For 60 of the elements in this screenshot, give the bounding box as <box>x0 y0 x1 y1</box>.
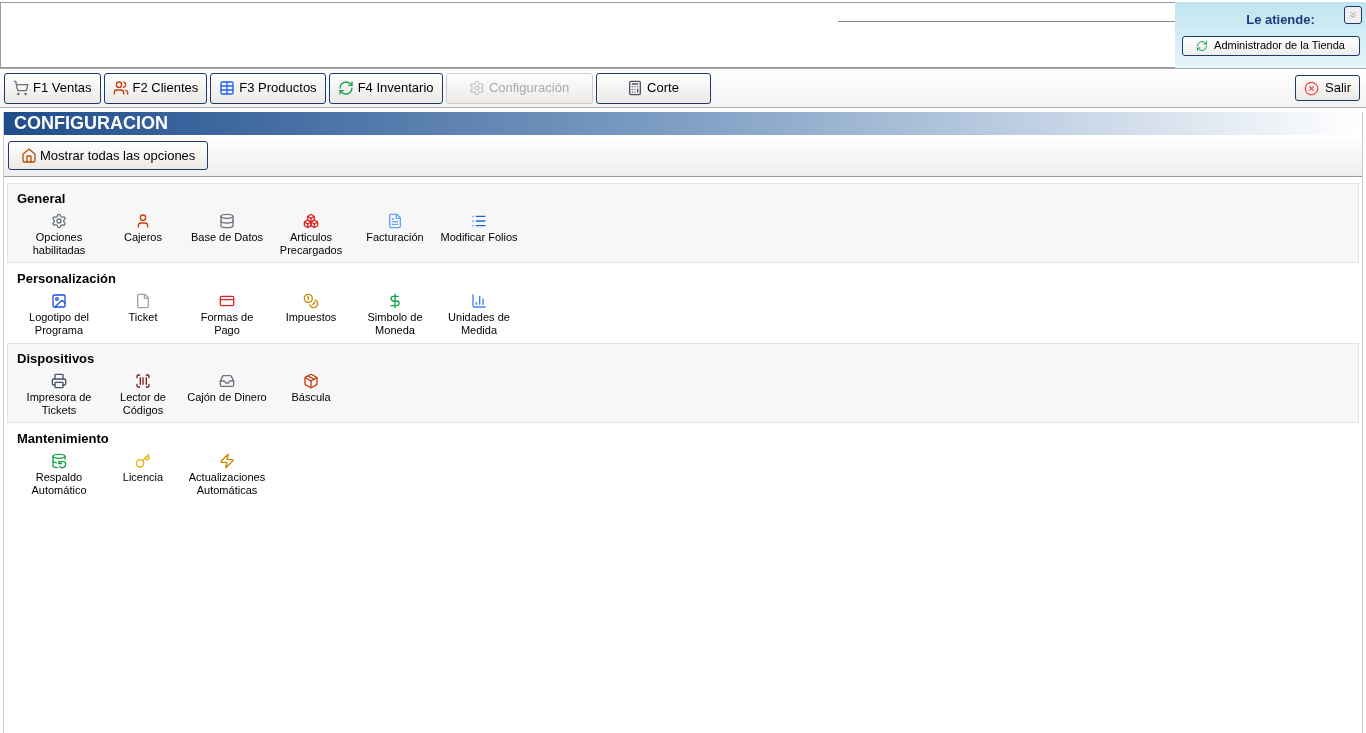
section-title: Dispositivos <box>17 350 96 368</box>
backup-icon <box>51 452 67 469</box>
toolbar-button[interactable]: F1 Ventas <box>4 72 101 104</box>
coins-icon <box>303 292 319 309</box>
option-item[interactable]: Ticket <box>101 292 185 337</box>
option-item[interactable]: Modificar Folios <box>437 212 521 257</box>
toolbar-button[interactable]: F3 Productos <box>210 72 326 104</box>
bar-chart-icon <box>471 292 487 309</box>
attendant-button[interactable]: Administrador de la Tienda <box>1181 35 1360 56</box>
page-icon <box>135 292 151 309</box>
option-item[interactable]: Actualizaciones Automáticas <box>185 452 269 497</box>
show-all-button[interactable]: Mostrar todas las opciones <box>8 141 209 170</box>
toolbar-button[interactable]: F4 Inventario <box>328 72 443 104</box>
option-item[interactable]: Lector de Códigos <box>101 372 185 417</box>
dollar-icon <box>387 292 403 309</box>
option-item[interactable]: Facturación <box>353 212 437 257</box>
users-icon <box>112 80 129 96</box>
option-item[interactable]: Base de Datos <box>185 212 269 257</box>
table-icon <box>219 80 236 96</box>
user-icon <box>135 212 151 229</box>
option-item[interactable]: Formas de Pago <box>185 292 269 337</box>
option-item[interactable]: Cajón de Dinero <box>185 372 269 417</box>
option-item[interactable]: Licencia <box>101 452 185 497</box>
toolbar-button[interactable]: F2 Clientes <box>103 72 208 104</box>
package-icon <box>303 372 319 389</box>
calculator-icon <box>627 80 644 96</box>
document-icon <box>387 212 403 229</box>
refresh-icon <box>1196 39 1209 52</box>
section-title: Mantenimiento <box>17 430 110 448</box>
exit-button[interactable]: Salir <box>1295 75 1360 101</box>
printer-icon <box>51 372 67 389</box>
gear-icon <box>51 212 67 229</box>
database-icon <box>219 212 235 229</box>
collapse-button[interactable] <box>1344 6 1362 24</box>
section-title: General <box>17 190 67 208</box>
lightning-icon <box>219 452 235 469</box>
close-icon <box>1304 80 1319 96</box>
gear-icon <box>468 80 485 96</box>
option-item[interactable]: Impuestos <box>269 292 353 337</box>
option-item[interactable]: Báscula <box>269 372 353 417</box>
toolbar-button[interactable]: Corte <box>595 72 711 104</box>
option-item[interactable]: Unidades de Medida <box>437 292 521 337</box>
option-item[interactable]: Respaldo Automático <box>17 452 101 497</box>
option-item[interactable]: Cajeros <box>101 212 185 257</box>
scanner-icon <box>135 372 151 389</box>
option-item[interactable]: Logotipo del Programa <box>17 292 101 337</box>
attendant-label: Le atiende: <box>1245 11 1315 29</box>
house-icon <box>21 147 37 164</box>
option-item[interactable]: Articulos Precargados <box>269 212 353 257</box>
option-item[interactable]: Simbolo de Moneda <box>353 292 437 337</box>
option-item[interactable]: Impresora de Tickets <box>17 372 101 417</box>
refresh-icon <box>337 80 354 96</box>
key-icon <box>135 452 151 469</box>
cart-icon <box>13 80 29 96</box>
collapse-icon <box>1348 10 1358 20</box>
boxes-icon <box>303 212 319 229</box>
picture-icon <box>51 292 67 309</box>
section-title: Personalización <box>17 270 117 288</box>
option-item[interactable]: Opciones habilitadas <box>17 212 101 257</box>
drawer-icon <box>219 372 235 389</box>
